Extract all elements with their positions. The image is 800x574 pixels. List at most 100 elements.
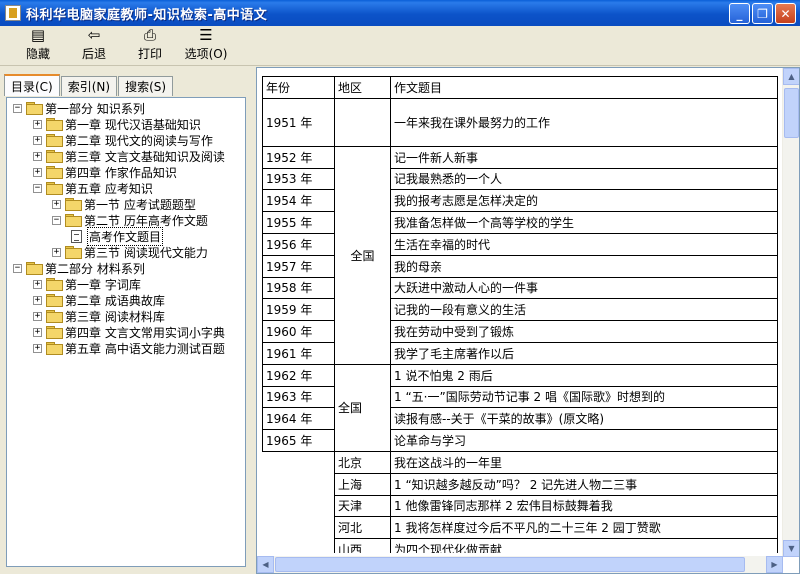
hide-button[interactable]: ▤ 隐藏	[10, 26, 66, 65]
header-year: 年份	[262, 76, 335, 99]
contents-tree: − 第一部分 知识系列 + 第一章 现代汉语基础知识 + 第二章 现代文的阅读与写作 + 第三…	[6, 97, 246, 567]
region-cell: 山西	[334, 538, 391, 553]
expand-icon[interactable]: +	[33, 327, 42, 337]
tree-item[interactable]: + 第四章 作家作品知识	[33, 164, 177, 180]
expand-icon[interactable]: +	[52, 199, 61, 209]
expand-icon[interactable]: +	[33, 119, 42, 129]
title-cell: 记一件新人新事	[390, 145, 778, 169]
folder-icon	[46, 278, 63, 291]
horizontal-scroll-thumb[interactable]	[275, 557, 745, 572]
vertical-scroll-thumb[interactable]	[784, 88, 799, 138]
expand-icon[interactable]: +	[33, 167, 42, 177]
minimize-button[interactable]: _	[729, 3, 750, 24]
collapse-icon[interactable]: −	[13, 263, 22, 273]
title-cell: 一年来我在课外最努力的工作	[390, 97, 778, 147]
arrow-left-icon: ◀	[262, 560, 269, 569]
title-cell: 1 我将怎样度过今后不平凡的二十三年 2 园丁赞歌	[390, 516, 778, 540]
options-icon: ☰	[199, 26, 213, 44]
region-cell: 全国	[334, 145, 391, 365]
collapse-icon[interactable]: −	[52, 215, 61, 225]
essay-topics-table: 年份 地区 作文题目 1951 年一年来我在课外最努力的工作 1952 年全国 记一…	[262, 76, 778, 553]
options-button[interactable]: ☰ 选项(O)	[178, 26, 234, 65]
tree-item[interactable]: + 第四章 文言文常用实词小字典	[33, 324, 225, 340]
expand-icon[interactable]: +	[33, 295, 42, 305]
folder-icon	[46, 134, 63, 147]
window-title: 科利华电脑家庭教师-知识检索-高中语文	[26, 7, 268, 23]
header-title: 作文题目	[390, 76, 778, 99]
tree-item-label: 第四章 作家作品知识	[65, 165, 177, 180]
tree-item[interactable]: − 第二部分 材料系列	[13, 260, 145, 276]
app-icon	[5, 5, 21, 21]
title-cell: 记我的一段有意义的生活	[390, 298, 778, 322]
tree-item[interactable]: + 第一章 字词库	[33, 276, 141, 292]
back-label: 后退	[81, 47, 106, 61]
tree-item-label: 第四章 文言文常用实词小字典	[65, 325, 225, 340]
tree-item[interactable]: + 第五章 高中语文能力测试百题	[33, 340, 225, 356]
tree-item-label: 第三节 阅读现代文能力	[84, 245, 208, 260]
tree-item[interactable]: + 第三章 文言文基础知识及阅读	[33, 148, 225, 164]
collapse-icon[interactable]: −	[13, 103, 22, 113]
tree-item[interactable]: 高考作文题目	[71, 226, 164, 246]
expand-icon[interactable]: +	[33, 343, 42, 353]
year-cell: 1960 年	[262, 320, 335, 343]
title-cell: 我在这战斗的一年里	[390, 450, 778, 474]
scroll-right-button[interactable]: ▶	[766, 556, 783, 573]
minimize-icon: _	[736, 6, 743, 21]
tree-item[interactable]: + 第二章 成语典故库	[33, 292, 165, 308]
restore-button[interactable]: ❐	[752, 3, 773, 24]
tab-index[interactable]: 索引(N)	[60, 76, 118, 96]
expand-icon[interactable]: +	[33, 311, 42, 321]
folder-icon	[46, 150, 63, 163]
scroll-up-button[interactable]: ▲	[783, 68, 799, 85]
tree-item[interactable]: + 第二章 现代文的阅读与写作	[33, 132, 213, 148]
expand-icon[interactable]: +	[52, 247, 61, 257]
expand-icon[interactable]: +	[33, 151, 42, 161]
table-row: 1951 年 一年来我在课外最努力的工作	[262, 97, 778, 147]
tree-item[interactable]: + 第三节 阅读现代文能力	[52, 244, 208, 260]
expand-icon[interactable]: +	[33, 135, 42, 145]
scroll-left-button[interactable]: ◀	[257, 556, 274, 573]
tree-item[interactable]: − 第一部分 知识系列	[13, 100, 145, 116]
tree-item[interactable]: − 第五章 应考知识	[33, 180, 153, 196]
close-button[interactable]: ✕	[775, 3, 796, 24]
title-cell: 论革命与学习	[390, 429, 778, 452]
content-area: 年份 地区 作文题目 1951 年一年来我在课外最努力的工作 1952 年全国 记一…	[262, 76, 782, 553]
vertical-scrollbar[interactable]: ▲ ▼	[782, 68, 799, 557]
folder-icon	[46, 294, 63, 307]
tree-item-label: 第一节 应考试题题型	[84, 197, 196, 212]
horizontal-scrollbar[interactable]: ◀ ▶	[257, 556, 783, 573]
region-cell: 天津	[334, 494, 391, 518]
table-row: 北京 我在这战斗的一年里	[262, 450, 778, 553]
tree-item[interactable]: + 第一章 现代汉语基础知识	[33, 116, 201, 132]
folder-icon	[46, 326, 63, 339]
content-pane: 年份 地区 作文题目 1951 年一年来我在课外最努力的工作 1952 年全国 记一…	[256, 67, 800, 574]
title-cell: 我的报考志愿是怎样决定的	[390, 189, 778, 213]
year-cell: 1959 年	[262, 298, 335, 322]
expand-icon[interactable]: +	[33, 279, 42, 289]
back-button[interactable]: ⇦ 后退	[66, 26, 122, 65]
region-cell	[334, 97, 391, 147]
folder-open-icon	[26, 262, 43, 275]
table-header-row: 年份 地区 作文题目	[262, 76, 778, 99]
tree-item-label: 第一章 字词库	[65, 277, 141, 292]
tree-item[interactable]: + 第一节 应考试题题型	[52, 196, 196, 212]
collapse-icon[interactable]: −	[33, 183, 42, 193]
tree-item[interactable]: + 第三章 阅读材料库	[33, 308, 165, 324]
title-cell: 为四个现代化做贡献	[390, 538, 778, 553]
back-icon: ⇦	[87, 26, 101, 44]
table-row: 1962 年全国 1 说不怕鬼 2 雨后	[262, 363, 778, 452]
tree-item-label: 第一部分 知识系列	[45, 101, 145, 116]
title-cell: 我在劳动中受到了锻炼	[390, 320, 778, 343]
scroll-down-button[interactable]: ▼	[783, 540, 799, 557]
title-cell: 生活在幸福的时代	[390, 232, 778, 256]
year-cell: 1957 年	[262, 254, 335, 278]
tab-contents[interactable]: 目录(C)	[4, 74, 60, 96]
year-cell: 1961 年	[262, 341, 335, 365]
year-cell: 1962 年	[262, 363, 335, 387]
tree-item-label: 第五章 高中语文能力测试百题	[65, 341, 225, 356]
table-row: 天津 1 他像雷锋同志那样 2 宏伟目标鼓舞着我	[263, 494, 778, 518]
print-button[interactable]: ⎙ 打印	[122, 26, 178, 65]
arrow-right-icon: ▶	[771, 560, 778, 569]
tab-search[interactable]: 搜索(S)	[118, 76, 174, 96]
year-cell: 1963 年	[262, 385, 335, 409]
